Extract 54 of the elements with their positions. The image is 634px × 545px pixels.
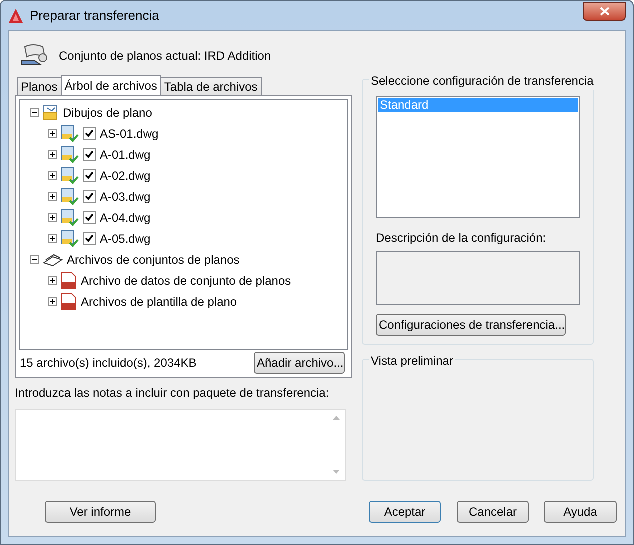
tree-item-label[interactable]: A-05.dwg bbox=[100, 230, 151, 248]
window-title: Preparar transferencia bbox=[30, 6, 160, 25]
notes-field[interactable] bbox=[15, 409, 346, 481]
tab[interactable]: Árbol de archivos bbox=[60, 75, 162, 95]
dialog-button[interactable]: Añadir archivo... bbox=[254, 352, 345, 374]
dialog-button[interactable]: Ver informe bbox=[45, 501, 156, 523]
checkbox[interactable] bbox=[83, 190, 96, 203]
current-sheet-set-label: Conjunto de planos actual: IRD Addition bbox=[59, 48, 272, 65]
file-icon bbox=[61, 292, 77, 310]
sheet-stack-icon bbox=[43, 252, 63, 266]
drawing-file-icon bbox=[61, 166, 79, 184]
close-button[interactable] bbox=[583, 2, 626, 21]
checkbox[interactable] bbox=[83, 148, 96, 161]
dialog-button[interactable]: Cancelar bbox=[457, 501, 529, 523]
drawing-file-icon bbox=[61, 124, 79, 142]
collapse-icon[interactable] bbox=[30, 108, 39, 117]
checkbox[interactable] bbox=[83, 169, 96, 182]
expand-icon[interactable] bbox=[48, 297, 57, 306]
expand-icon[interactable] bbox=[48, 150, 57, 159]
tree-item-label[interactable]: A-04.dwg bbox=[100, 208, 151, 226]
tree-item-label[interactable]: A-02.dwg bbox=[100, 166, 151, 184]
dialog-button[interactable]: Ayuda bbox=[544, 501, 617, 523]
drawing-file-icon bbox=[61, 146, 79, 164]
tree-item-label[interactable]: AS-01.dwg bbox=[100, 124, 159, 142]
checkbox[interactable] bbox=[83, 232, 96, 245]
expand-icon[interactable] bbox=[48, 171, 57, 180]
tree-item-label[interactable]: Archivos de plantilla de plano bbox=[81, 292, 238, 310]
drawing-file-icon bbox=[61, 230, 79, 248]
drawing-file-icon bbox=[61, 188, 79, 206]
notes-label: Introduzca las notas a incluir con paquete de transferencia: bbox=[15, 385, 330, 402]
drawing-file-icon bbox=[61, 208, 79, 226]
tree-item-label[interactable]: A-03.dwg bbox=[100, 188, 151, 206]
dialog-button[interactable]: Configuraciones de transferencia... bbox=[376, 314, 566, 336]
expand-icon[interactable] bbox=[48, 192, 57, 201]
tree-item-label[interactable]: Dibujos de plano bbox=[63, 104, 152, 122]
expand-icon[interactable] bbox=[48, 129, 57, 138]
file-icon bbox=[61, 272, 77, 290]
tab[interactable]: Planos bbox=[17, 77, 62, 95]
expand-icon[interactable] bbox=[48, 276, 57, 285]
description-label: Descripción de la configuración: bbox=[376, 230, 548, 247]
expand-icon[interactable] bbox=[48, 234, 57, 243]
close-icon bbox=[600, 7, 610, 16]
expand-icon[interactable] bbox=[48, 213, 57, 222]
file-summary: 15 archivo(s) incluido(s), 2034KB bbox=[20, 355, 197, 372]
checkbox[interactable] bbox=[83, 127, 96, 140]
tab[interactable]: Tabla de archivos bbox=[160, 77, 262, 95]
tree-item-label[interactable]: Archivo de datos de conjunto de planos bbox=[81, 272, 292, 290]
folder-icon bbox=[43, 104, 59, 120]
collapse-icon[interactable] bbox=[30, 255, 39, 264]
checkbox[interactable] bbox=[83, 211, 96, 224]
dialog-button[interactable]: Aceptar bbox=[369, 501, 441, 523]
tree-item-label[interactable]: A-01.dwg bbox=[100, 146, 151, 164]
tree-item-label[interactable]: Archivos de conjuntos de planos bbox=[67, 250, 240, 268]
app-logo-icon bbox=[8, 8, 24, 24]
